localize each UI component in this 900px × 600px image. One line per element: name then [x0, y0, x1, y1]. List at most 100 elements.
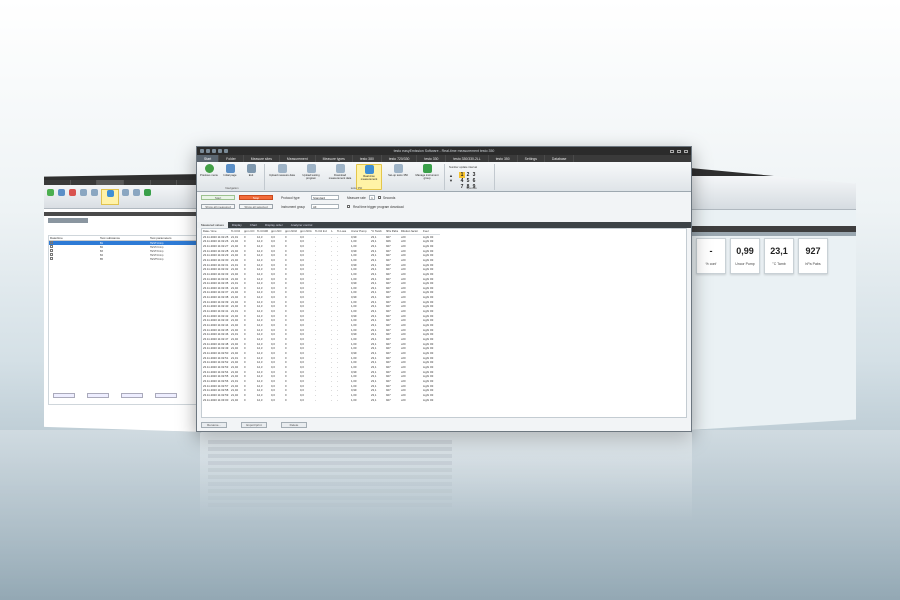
- ribbon-group-label-navigation: Navigation: [225, 186, 239, 190]
- show-all-measured-button[interactable]: Show all measured: [201, 204, 235, 209]
- table-cell: 23.11.2020 11:02:30: [203, 257, 229, 262]
- window-reflection: [200, 432, 692, 522]
- value-tile: 0,99 Uncor Pump: [730, 238, 760, 274]
- left-window-ribbon: [44, 185, 204, 209]
- main-window: testo easyEmission Software - Real-time …: [196, 146, 692, 432]
- table-cell: 23.11.2020 11:02:50: [203, 351, 229, 355]
- window-controls: [670, 149, 688, 153]
- tile-value: 23,1: [770, 246, 788, 256]
- table-cell: 927: [386, 397, 391, 402]
- table-cell: x20: [401, 397, 406, 402]
- protocol-type-select[interactable]: Standard: [311, 195, 339, 200]
- left-list-substance: B2: [100, 245, 104, 249]
- table-cell: 23.11.2020 11:02:56: [203, 378, 229, 383]
- left-list-checkbox: [50, 241, 53, 244]
- download-data-icon: [335, 164, 345, 173]
- ribbon: Previous menu Initial page Exit Navigati…: [197, 162, 691, 192]
- column-header[interactable]: ppm NOx: [299, 229, 314, 235]
- ribbon-group-label-specials: Specials: [466, 186, 477, 190]
- left-footer-button-4: [155, 393, 177, 398]
- column-header[interactable]: % CO2R: [256, 229, 270, 235]
- left-list-col-params: Test parameters: [150, 236, 172, 240]
- reflection-row: [208, 447, 452, 451]
- menu-item-start[interactable]: Start: [197, 155, 220, 162]
- menu-item-measure-sites[interactable]: Measure sites: [244, 155, 280, 162]
- stop-button[interactable]: Stop: [239, 195, 273, 200]
- left-footer-button-1: [53, 393, 75, 398]
- table-cell: 0: [244, 397, 246, 402]
- ribbon-group-specials: Number update interval ▲ ▼ 123456789 Spe…: [449, 164, 495, 190]
- table-cell: 23.11.2020 11:02:47: [203, 337, 229, 342]
- menu-item-measurement[interactable]: Measurement: [280, 155, 316, 162]
- table-cell: 1,00: [351, 397, 357, 402]
- left-realtime-icon: [101, 188, 119, 205]
- export-print-button[interactable]: Export/print: [241, 422, 267, 428]
- start-button[interactable]: Start: [201, 195, 235, 200]
- rename-button[interactable]: Rename...: [201, 422, 227, 428]
- maximize-icon[interactable]: [677, 149, 681, 153]
- menu-item-measure-types[interactable]: Measure types: [316, 155, 353, 162]
- left-group-icon: [143, 188, 152, 205]
- ribbon-group-instrument: Upload measure data Upload testing progr…: [269, 164, 445, 190]
- column-header[interactable]: ppm NO2: [284, 229, 299, 235]
- left-list-col-substance: Test substance: [100, 236, 121, 240]
- reflection-row: [208, 496, 452, 500]
- arrow-down-icon[interactable]: ▼: [449, 178, 453, 183]
- numpad-label: Number update interval: [449, 166, 477, 169]
- titlebar: testo easyEmission Software - Real-time …: [197, 147, 691, 155]
- exit-icon: [246, 164, 256, 173]
- ribbon-group-label-instrument: testo 350: [350, 186, 363, 190]
- menu-item-testo-350[interactable]: testo 350: [489, 155, 518, 162]
- table-cell: -: [337, 397, 338, 402]
- delete-button[interactable]: Delete: [281, 422, 307, 428]
- left-list-checkbox-cell: [49, 257, 99, 261]
- menu-item-testo-330[interactable]: testo 330: [417, 155, 447, 162]
- measure-rate-input[interactable]: 1: [369, 195, 375, 200]
- left-back-icon: [46, 188, 55, 205]
- seconds-checkbox[interactable]: [378, 196, 381, 199]
- tile-unit: Uncor Pump: [735, 262, 755, 266]
- upload-program-icon: [306, 164, 316, 173]
- seconds-label: Seconds: [383, 196, 396, 200]
- left-list-checkbox: [50, 249, 53, 252]
- trigger-checkbox[interactable]: [347, 205, 350, 208]
- reflection-row: [208, 489, 452, 493]
- background-window-right: - % conf 0,99 Uncor Pump 23,1 °C Tamb 927 hPa P…: [690, 168, 856, 430]
- menu-item-testo-720-330[interactable]: testo 720/330: [382, 155, 418, 162]
- window-title: testo easyEmission Software - Real-time …: [393, 149, 495, 153]
- setup-icon: [393, 164, 403, 173]
- table-cell: 23.11.2020 11:02:33: [203, 271, 229, 276]
- menu-item-testo-380[interactable]: testo 380: [353, 155, 382, 162]
- table-cell: 23,1: [371, 397, 377, 402]
- table-row[interactable]: 23.11.2020 11:03:00 21,02 0 12,3 0,0 0 0,0- - -1…: [202, 398, 440, 403]
- menu-item-folder[interactable]: Folder: [219, 155, 244, 162]
- table-cell: 0,0: [300, 397, 304, 402]
- left-list-col-date: Date/time: [50, 236, 63, 240]
- menu-item-settings[interactable]: Settings: [518, 155, 545, 162]
- reflection-row: [208, 475, 452, 479]
- right-window-subbar: [690, 232, 856, 236]
- column-header[interactable]: ppm CO: [243, 229, 256, 235]
- instrument-group-select[interactable]: All: [311, 204, 339, 209]
- table-cell: 23.11.2020 11:02:27: [203, 243, 229, 248]
- left-list-params: TEST4.bmp: [150, 253, 164, 257]
- measure-rate-label: Measure rate: [347, 196, 366, 200]
- reflection-row: [208, 461, 452, 465]
- table-cell: 23.11.2020 11:02:53: [203, 364, 229, 369]
- close-icon[interactable]: [684, 149, 688, 153]
- left-upload-icon: [79, 188, 88, 205]
- home-icon: [225, 164, 235, 173]
- left-footer-button-2: [87, 393, 109, 398]
- show-all-selected-button[interactable]: Show all selected: [239, 204, 273, 209]
- tile-unit: % conf: [705, 262, 717, 266]
- minimize-icon[interactable]: [670, 149, 674, 153]
- menu-item-testo-330-330-2ll[interactable]: testo 330/330-2LL: [446, 155, 489, 162]
- left-list-params: TEST2.bmp: [150, 245, 164, 249]
- menu-item-database[interactable]: Database: [545, 155, 575, 162]
- right-window-ribbon: [690, 176, 856, 210]
- tile-unit: hPa Pabs: [805, 262, 821, 266]
- left-window-list: Date/time Test substance Test parameters…: [48, 235, 200, 405]
- column-header[interactable]: hPa Pabs: [385, 229, 400, 235]
- reflection-row: [208, 503, 452, 507]
- tile-value: -: [709, 246, 713, 256]
